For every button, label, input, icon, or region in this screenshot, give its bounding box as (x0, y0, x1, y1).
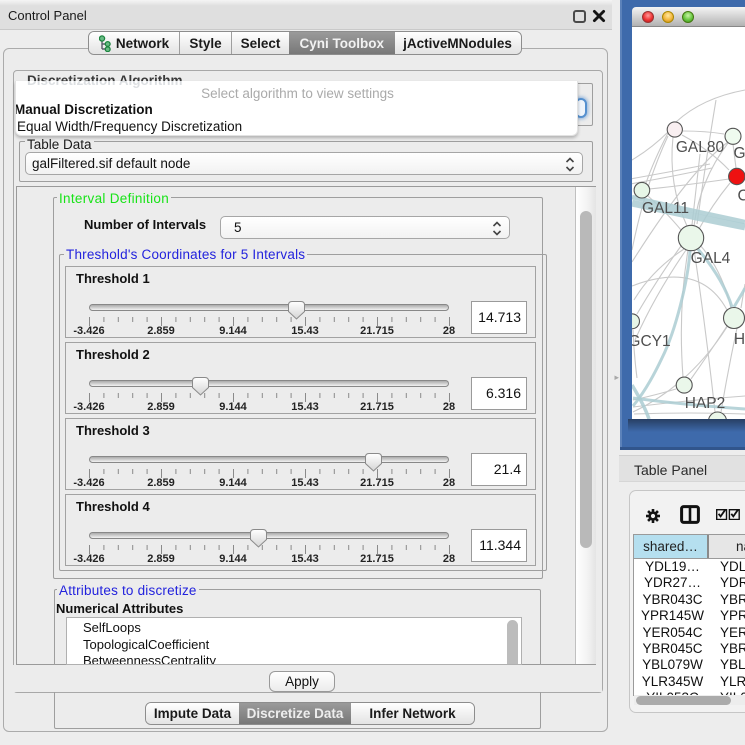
svg-text:H: H (734, 331, 745, 348)
svg-text:GCY1: GCY1 (632, 333, 671, 350)
svg-text:CY: CY (738, 188, 745, 205)
svg-text:GAL80: GAL80 (676, 139, 725, 156)
svg-text:GA: GA (734, 145, 745, 162)
svg-text:HAP2: HAP2 (685, 395, 726, 412)
svg-text:GAL4: GAL4 (691, 250, 731, 267)
svg-text:GAL11: GAL11 (642, 200, 689, 217)
